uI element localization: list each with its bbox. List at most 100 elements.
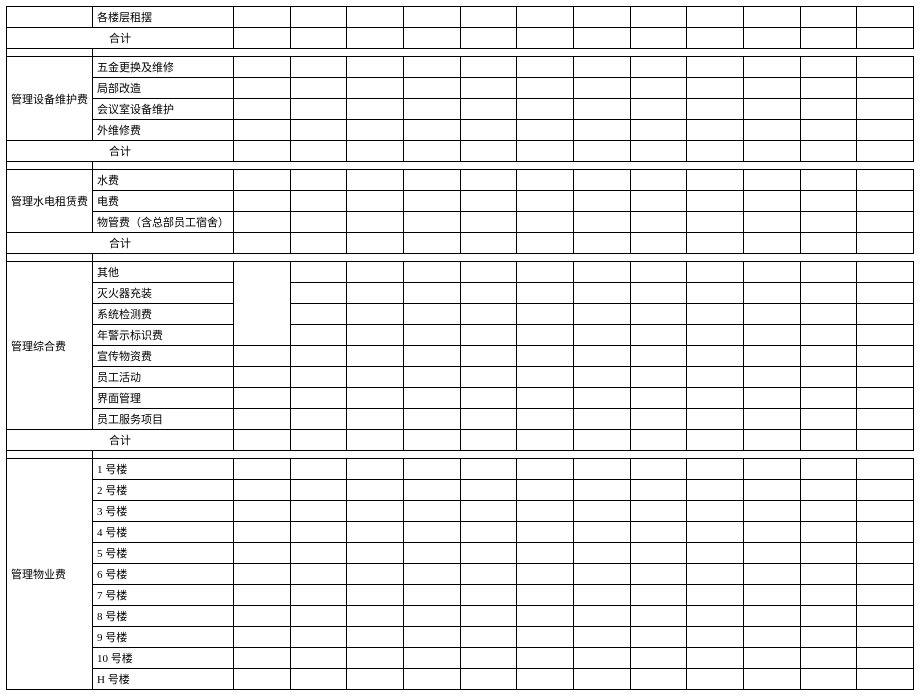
item-row: 局部改造	[7, 78, 914, 99]
data-cell	[460, 304, 517, 325]
item-row: 年警示标识费	[7, 325, 914, 346]
category-cell: 管理综合费	[7, 262, 93, 430]
data-cell	[743, 325, 800, 346]
data-cell	[630, 409, 687, 430]
data-cell	[630, 430, 687, 451]
data-cell	[687, 522, 744, 543]
data-cell	[290, 480, 347, 501]
data-cell	[687, 627, 744, 648]
data-cell	[573, 212, 630, 233]
data-cell	[687, 233, 744, 254]
item-row: 8 号楼	[7, 606, 914, 627]
data-cell	[517, 304, 574, 325]
data-cell	[347, 283, 404, 304]
data-cell	[234, 57, 291, 78]
data-cell	[630, 78, 687, 99]
data-cell	[857, 262, 914, 283]
item-cell: 电费	[93, 191, 234, 212]
gap-row	[7, 162, 914, 170]
item-cell: 局部改造	[93, 78, 234, 99]
data-cell	[234, 430, 291, 451]
data-cell	[347, 585, 404, 606]
item-cell: 五金更换及维修	[93, 57, 234, 78]
data-cell	[687, 283, 744, 304]
data-cell	[460, 606, 517, 627]
data-cell	[403, 304, 460, 325]
data-cell	[687, 99, 744, 120]
data-cell	[800, 430, 857, 451]
data-cell	[743, 170, 800, 191]
item-row: 会议室设备维护	[7, 99, 914, 120]
data-cell	[857, 212, 914, 233]
item-row: 9 号楼	[7, 627, 914, 648]
data-cell	[290, 233, 347, 254]
data-cell	[403, 430, 460, 451]
data-cell	[403, 325, 460, 346]
data-cell	[743, 606, 800, 627]
data-cell	[234, 543, 291, 564]
data-cell	[687, 170, 744, 191]
data-cell	[743, 585, 800, 606]
data-cell	[290, 409, 347, 430]
data-cell	[573, 459, 630, 480]
data-cell	[800, 262, 857, 283]
data-cell	[800, 388, 857, 409]
data-cell	[403, 78, 460, 99]
item-cell: 3 号楼	[93, 501, 234, 522]
data-cell	[347, 480, 404, 501]
data-cell	[290, 191, 347, 212]
data-cell	[800, 346, 857, 367]
data-cell	[347, 325, 404, 346]
data-cell	[573, 99, 630, 120]
data-cell	[460, 564, 517, 585]
data-cell	[573, 28, 630, 49]
data-cell	[403, 262, 460, 283]
data-cell	[687, 78, 744, 99]
data-cell	[234, 409, 291, 430]
item-row: 宣传物资费	[7, 346, 914, 367]
data-cell	[800, 459, 857, 480]
item-cell: 员工服务项目	[93, 409, 234, 430]
data-cell	[290, 346, 347, 367]
data-cell	[290, 430, 347, 451]
item-cell: 外维修费	[93, 120, 234, 141]
data-cell	[573, 585, 630, 606]
data-cell	[630, 543, 687, 564]
data-cell	[630, 367, 687, 388]
data-cell	[347, 57, 404, 78]
data-cell	[630, 262, 687, 283]
data-cell	[403, 522, 460, 543]
data-cell	[687, 409, 744, 430]
data-cell	[234, 606, 291, 627]
data-cell	[573, 170, 630, 191]
data-cell	[743, 57, 800, 78]
data-cell	[403, 564, 460, 585]
data-cell	[857, 585, 914, 606]
data-cell	[800, 212, 857, 233]
data-cell	[234, 564, 291, 585]
data-cell	[687, 28, 744, 49]
item-row: 界面管理	[7, 388, 914, 409]
data-cell	[857, 233, 914, 254]
data-cell	[460, 7, 517, 28]
data-cell	[234, 346, 291, 367]
item-cell: 9 号楼	[93, 627, 234, 648]
data-cell	[234, 459, 291, 480]
subtotal-row: 合计	[7, 233, 914, 254]
data-cell	[630, 99, 687, 120]
subtotal-label: 合计	[7, 233, 234, 254]
category-cell	[7, 7, 93, 28]
data-cell	[857, 606, 914, 627]
data-cell	[800, 304, 857, 325]
data-cell	[517, 57, 574, 78]
data-cell	[573, 606, 630, 627]
data-cell	[290, 325, 347, 346]
data-cell	[460, 409, 517, 430]
data-cell	[743, 564, 800, 585]
data-cell	[630, 7, 687, 28]
data-cell	[857, 57, 914, 78]
data-cell	[403, 459, 460, 480]
data-cell	[743, 28, 800, 49]
data-cell	[800, 78, 857, 99]
data-cell	[630, 233, 687, 254]
